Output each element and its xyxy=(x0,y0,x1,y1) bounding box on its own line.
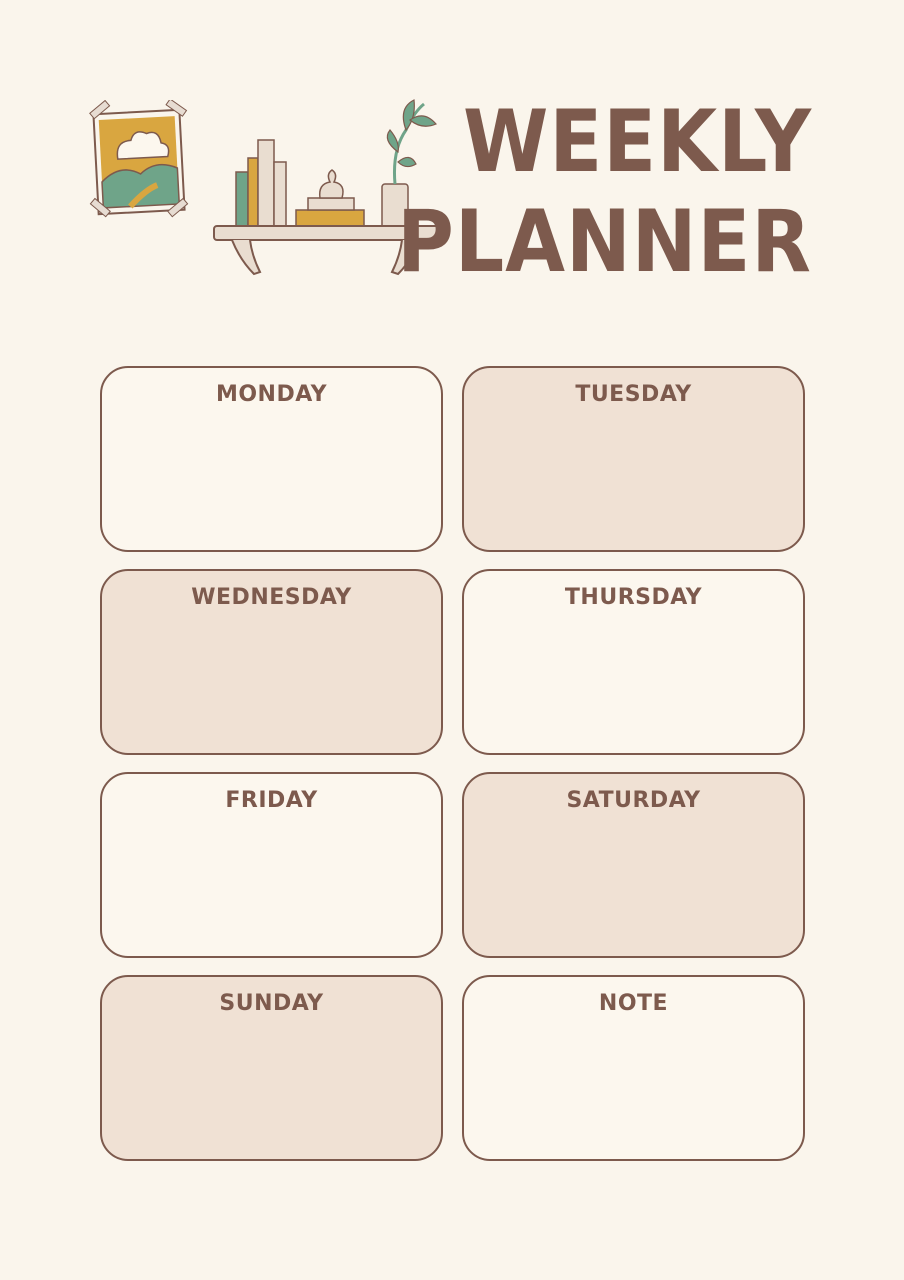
title-line-planner: PLANNER xyxy=(397,192,812,292)
day-card-tuesday[interactable]: TUESDAY xyxy=(462,366,805,552)
title-line-weekly: WEEKLY xyxy=(463,92,812,192)
day-card-thursday[interactable]: THURSDAY xyxy=(462,569,805,755)
writing-area[interactable] xyxy=(118,1029,425,1143)
day-label: MONDAY xyxy=(215,382,328,407)
writing-area[interactable] xyxy=(480,826,787,940)
day-label: THURSDAY xyxy=(564,585,703,610)
day-label: TUESDAY xyxy=(575,382,692,407)
day-card-sunday[interactable]: SUNDAY xyxy=(100,975,443,1161)
writing-area[interactable] xyxy=(480,623,787,737)
writing-area[interactable] xyxy=(118,420,425,534)
day-card-wednesday[interactable]: WEDNESDAY xyxy=(100,569,443,755)
day-card-friday[interactable]: FRIDAY xyxy=(100,772,443,958)
day-label: FRIDAY xyxy=(225,788,318,813)
day-label: WEDNESDAY xyxy=(191,585,352,610)
writing-area[interactable] xyxy=(118,826,425,940)
weekly-grid: MONDAY TUESDAY WEDNESDAY THURSDAY FRIDAY… xyxy=(100,366,805,1161)
day-label: SUNDAY xyxy=(219,991,324,1016)
day-card-monday[interactable]: MONDAY xyxy=(100,366,443,552)
note-label: NOTE xyxy=(598,991,669,1016)
day-card-saturday[interactable]: SATURDAY xyxy=(462,772,805,958)
writing-area[interactable] xyxy=(480,420,787,534)
note-card[interactable]: NOTE xyxy=(462,975,805,1161)
writing-area[interactable] xyxy=(480,1029,787,1143)
framed-picture-icon xyxy=(88,98,193,229)
day-label: SATURDAY xyxy=(566,788,701,813)
page-title: WEEKLY PLANNER xyxy=(397,92,812,292)
writing-area[interactable] xyxy=(118,623,425,737)
